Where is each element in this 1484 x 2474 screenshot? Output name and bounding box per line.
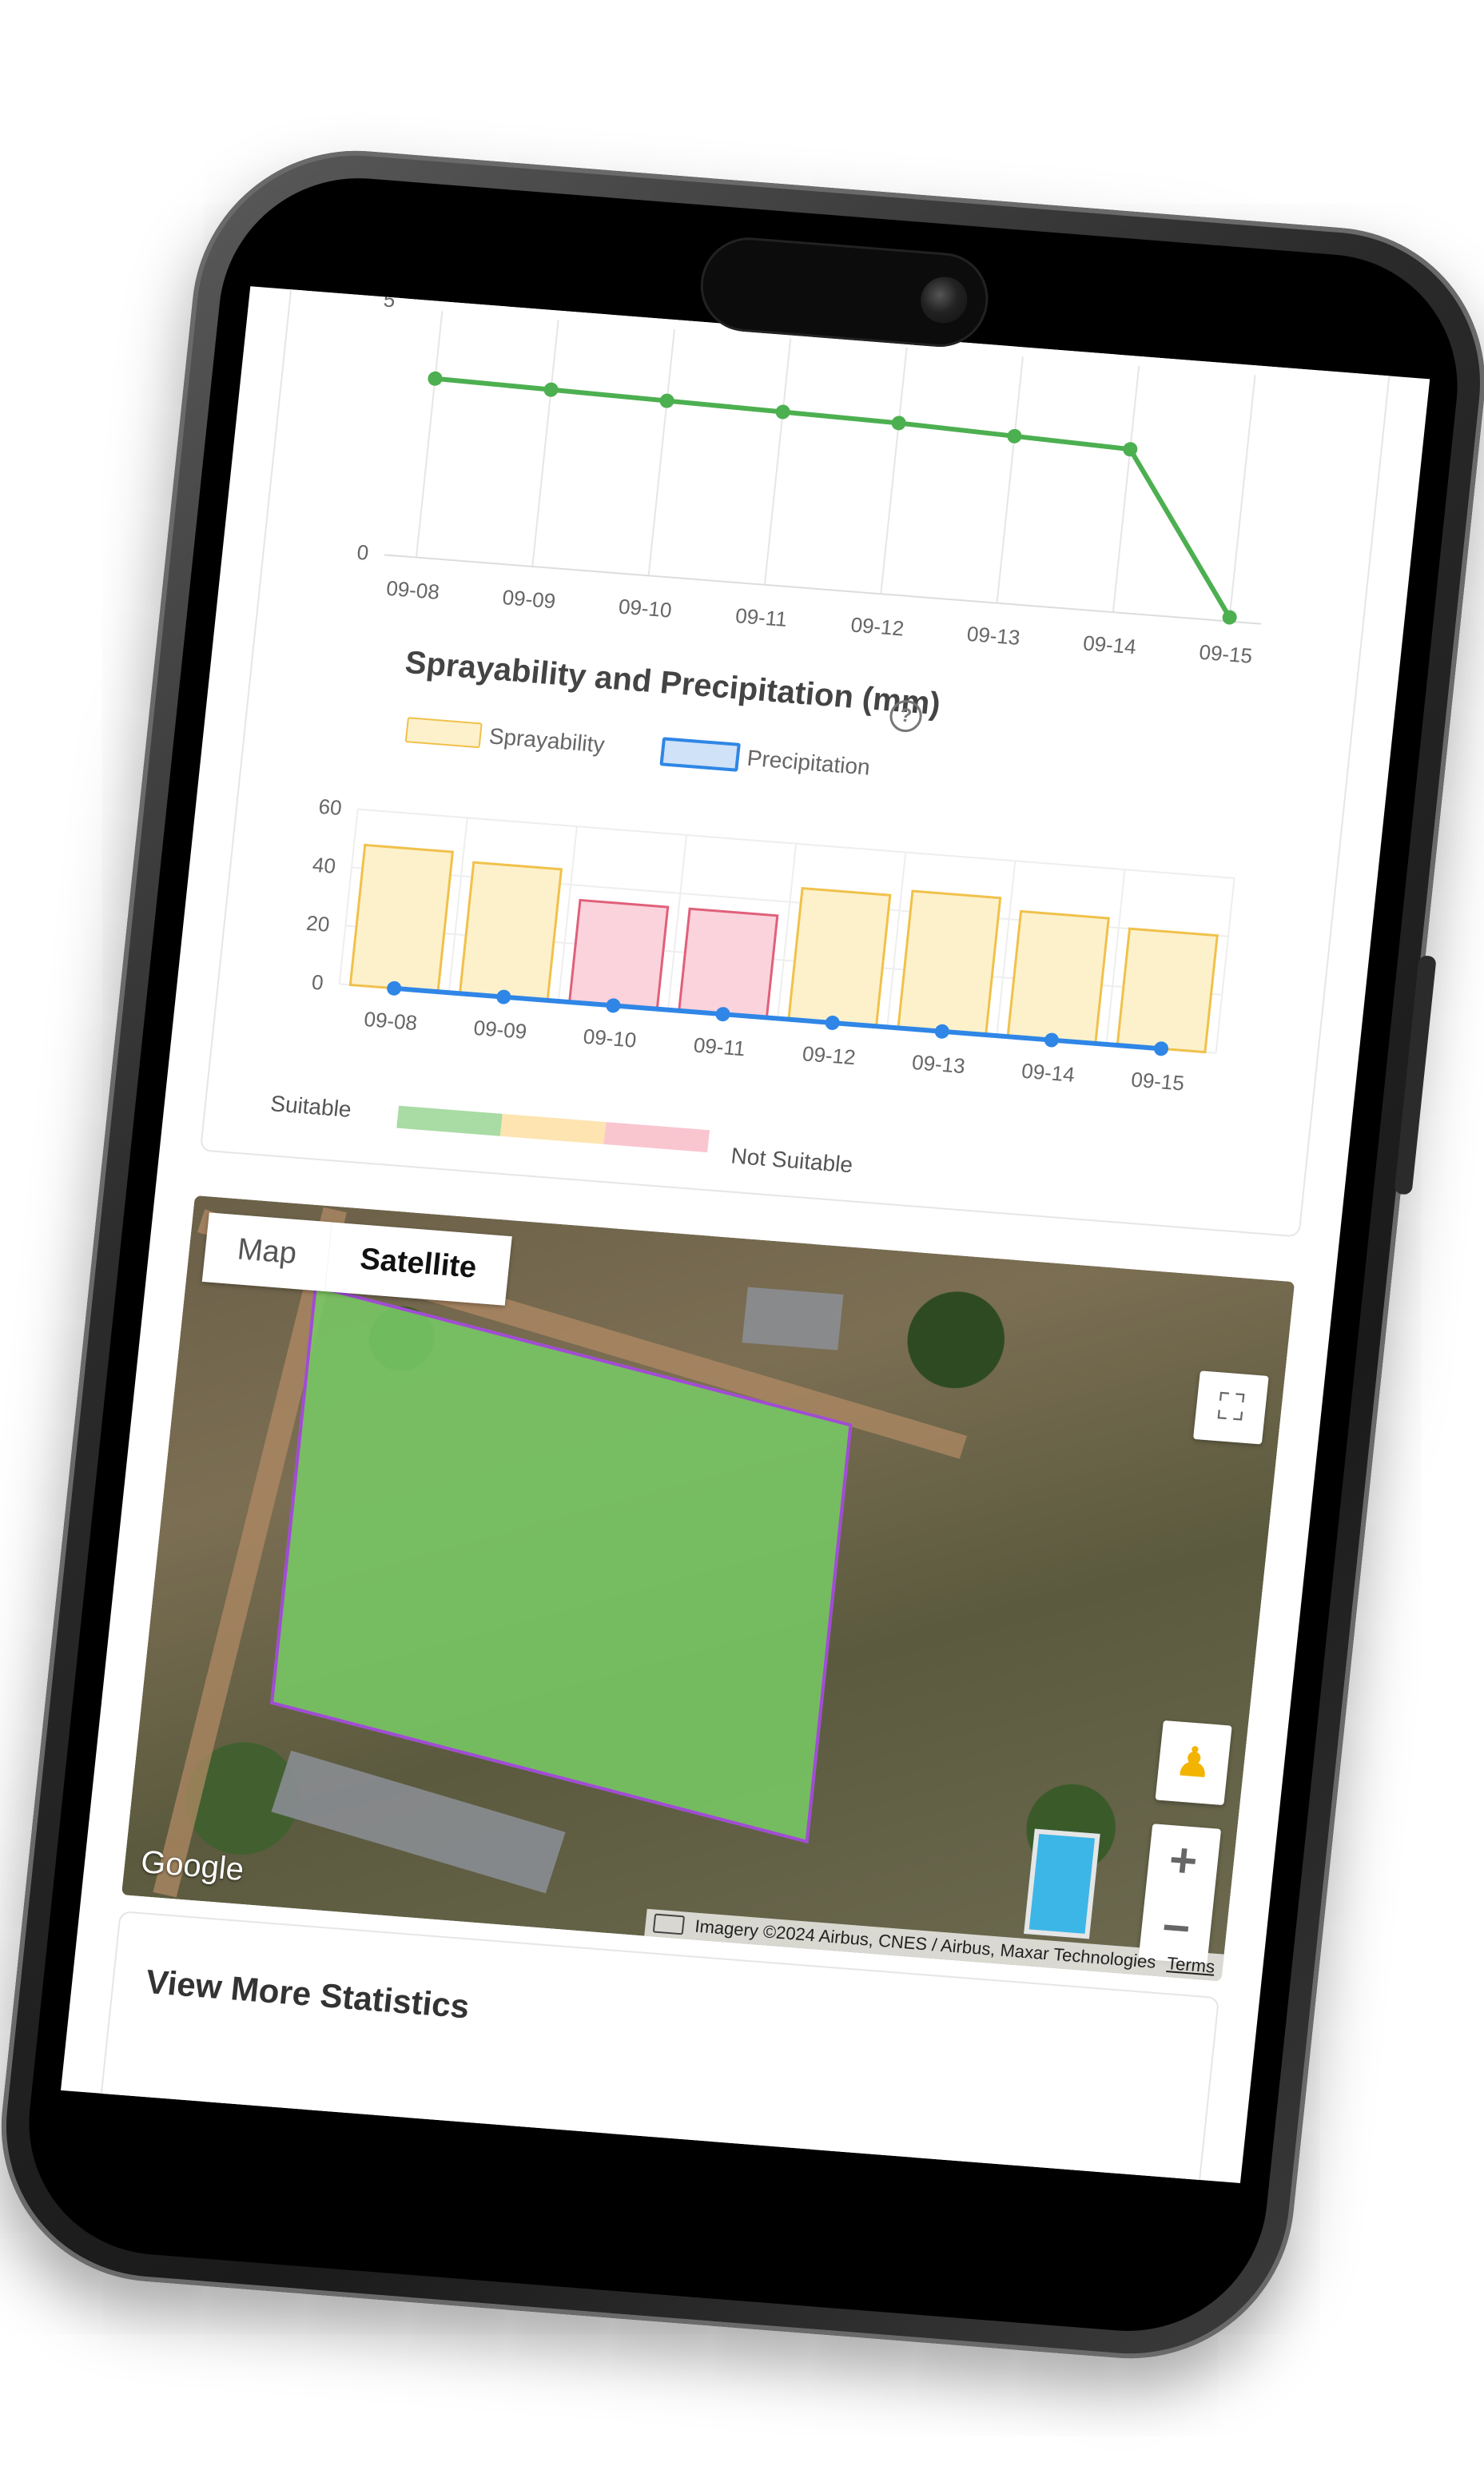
x-tick-label: 09-11 — [734, 603, 789, 631]
satellite-map[interactable]: Map Satellite ⛶ ♟ + − Google Imagery ©20… — [121, 1195, 1295, 1982]
keyboard-icon[interactable] — [652, 1913, 685, 1935]
x-tick-label: 09-15 — [1198, 640, 1253, 668]
y-tick-label: 40 — [312, 853, 337, 878]
line-point — [543, 382, 559, 397]
sprayability-bar — [458, 861, 563, 1002]
zoom-in-button[interactable]: + — [1166, 1825, 1201, 1895]
phone-mockup: 0 5 09-08 09-09 09-10 09-11 09-12 09-13 09-14 09-… — [0, 138, 1484, 2371]
sprayability-bar — [787, 886, 892, 1028]
x-tick-label: 09-13 — [911, 1050, 966, 1078]
sprayability-bar — [1116, 927, 1219, 1054]
x-tick-label: 09-13 — [966, 622, 1021, 650]
tab-map[interactable]: Map — [201, 1212, 332, 1292]
x-tick-label: 09-15 — [1130, 1068, 1185, 1096]
line-point — [891, 416, 906, 431]
not-suitable-label: Not Suitable — [730, 1143, 854, 1178]
x-tick-label: 09-10 — [618, 595, 673, 622]
gridline — [1112, 365, 1140, 613]
y-tick-label: 0 — [356, 540, 370, 565]
line-point — [428, 371, 443, 386]
precipitation-swatch — [659, 737, 741, 772]
line-point — [1007, 428, 1022, 443]
camera-icon — [918, 275, 970, 325]
sprayability-bar — [1006, 909, 1110, 1045]
gridline — [880, 347, 908, 595]
x-tick-label: 09-09 — [472, 1016, 527, 1044]
tab-satellite[interactable]: Satellite — [324, 1222, 512, 1306]
pegman-icon[interactable]: ♟ — [1155, 1720, 1232, 1806]
swimming-pool — [1024, 1828, 1100, 1939]
gridline — [1228, 375, 1256, 622]
x-tick-label: 09-12 — [802, 1041, 857, 1069]
x-tick-label: 09-14 — [1020, 1059, 1076, 1087]
sprayability-bar — [897, 889, 1002, 1036]
x-tick-label: 09-08 — [363, 1007, 418, 1035]
line-point — [775, 404, 790, 420]
sprayability-bar — [348, 843, 455, 993]
suit-good-bar — [396, 1105, 503, 1136]
field-polygon[interactable] — [269, 1284, 853, 1844]
sprayability-bar — [567, 898, 670, 1011]
x-tick-label: 09-10 — [582, 1024, 637, 1052]
gridline — [415, 311, 444, 558]
gridline — [763, 338, 792, 585]
x-tick-label: 09-12 — [849, 613, 905, 641]
x-tick-label: 09-14 — [1082, 630, 1137, 658]
gridline — [1215, 877, 1235, 1053]
line-point — [659, 393, 674, 408]
gridline — [996, 356, 1024, 603]
zoom-control: + − — [1138, 1824, 1222, 1964]
suit-mid-bar — [499, 1113, 607, 1144]
map-building — [742, 1287, 844, 1350]
x-tick-label: 09-09 — [501, 585, 556, 613]
x-tick-label: 09-11 — [693, 1033, 747, 1061]
y-tick-label: 0 — [311, 970, 325, 995]
map-type-tabs: Map Satellite — [201, 1212, 512, 1306]
y-tick-label: 60 — [317, 794, 343, 820]
charts-card: 0 5 09-08 09-09 09-10 09-11 09-12 09-13 09-14 09-… — [199, 286, 1394, 1238]
x-tick-label: 09-08 — [385, 576, 440, 604]
gridline — [647, 328, 675, 576]
map-building — [271, 1750, 566, 1894]
suitable-label: Suitable — [269, 1091, 353, 1122]
line-series — [435, 376, 1232, 619]
gridline — [531, 320, 559, 567]
phone-screen: 0 5 09-08 09-09 09-10 09-11 09-12 09-13 09-14 09-… — [61, 286, 1430, 2183]
suit-bad-bar — [603, 1122, 710, 1153]
y-tick-label: 20 — [305, 911, 331, 937]
sprayability-bar — [678, 907, 779, 1020]
fullscreen-icon[interactable]: ⛶ — [1192, 1370, 1269, 1445]
stats-title: View More Statistics — [144, 1962, 471, 2026]
terms-link[interactable]: Terms — [1166, 1953, 1215, 1978]
